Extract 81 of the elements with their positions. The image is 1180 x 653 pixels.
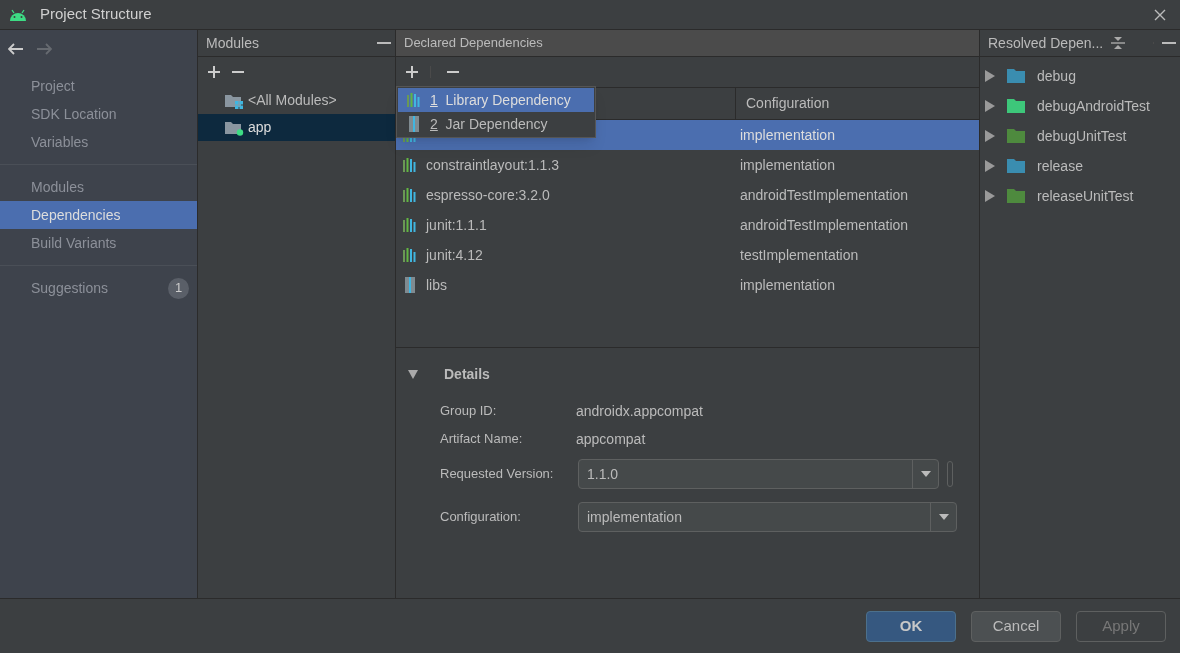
configuration-cell-text: androidTestImplementation — [740, 215, 909, 235]
library-icon — [402, 187, 418, 203]
jar-icon — [402, 276, 418, 294]
dependency-name: junit:1.1.1 — [426, 215, 487, 235]
folder-icon — [1007, 159, 1025, 173]
collapse-all-button[interactable] — [1111, 36, 1126, 50]
configuration-cell-text: androidTestImplementation — [740, 185, 909, 205]
triangle-icon — [408, 370, 418, 379]
dependency-row[interactable]: junit:4.12 testImplementation — [396, 240, 979, 270]
close-icon — [1154, 8, 1166, 21]
field-label: Artifact Name: — [440, 430, 524, 449]
dependency-row[interactable]: espresso-core:3.2.0 androidTestImplementation — [396, 180, 979, 210]
dependency-name: junit:4.12 — [426, 245, 483, 265]
configuration-cell-text: implementation — [740, 275, 835, 295]
module-item[interactable]: <All Modules> — [198, 87, 395, 114]
panel-title: Resolved Depen... — [988, 33, 1104, 53]
dependency-name: constraintlayout:1.1.3 — [426, 155, 560, 175]
field-label: Configuration: — [440, 508, 522, 527]
sidebar-item[interactable]: Project — [0, 72, 197, 100]
dependency-row[interactable]: constraintlayout:1.1.3 implementation — [396, 150, 979, 180]
library-icon — [406, 92, 422, 108]
menu-item[interactable]: 1 Library Dependency — [398, 88, 594, 112]
collapse-all-icon — [1111, 36, 1126, 50]
tree-item[interactable]: debugUnitTest — [980, 121, 1180, 151]
sidebar-item[interactable]: Dependencies — [0, 201, 197, 229]
dependency-name: libs — [426, 275, 447, 295]
dependency-row[interactable]: junit:1.1.1 androidTestImplementation — [396, 210, 979, 240]
configuration-cell-text: implementation — [740, 125, 835, 145]
sidebar-item[interactable]: SDK Location — [0, 100, 197, 128]
count-badge: 1 — [168, 277, 189, 299]
expand-toggle[interactable] — [408, 370, 420, 379]
tree-item[interactable]: debugAndroidTest — [980, 91, 1180, 121]
configuration-cell-text: testImplementation — [740, 245, 859, 265]
configuration-combo-box[interactable]: implementation — [578, 502, 957, 532]
dropdown-caret-icon — [938, 514, 949, 520]
folder-icon — [1007, 69, 1025, 83]
library-icon — [402, 157, 418, 173]
sidebar-item[interactable]: Modules — [0, 173, 197, 201]
sidebar-item[interactable]: Variables — [0, 128, 197, 156]
window-title: Project Structure — [40, 4, 152, 25]
minus-icon — [1162, 42, 1176, 44]
panel-title: Declared Dependencies — [404, 34, 543, 53]
column-header: Configuration — [745, 94, 830, 113]
configuration-cell-text: implementation — [740, 155, 835, 175]
library-icon — [402, 247, 418, 263]
library-icon — [402, 217, 418, 233]
back-button[interactable] — [8, 43, 24, 55]
back-arrow-icon — [8, 43, 24, 55]
version-combo-box[interactable]: 1.1.0 — [578, 459, 939, 489]
folder-icon — [1007, 189, 1025, 203]
field-label: Group ID: — [440, 402, 498, 421]
dropdown-caret-icon — [920, 471, 931, 477]
folder-grid-icon — [225, 92, 244, 109]
section-title: Details — [444, 365, 490, 384]
android-icon — [8, 8, 28, 21]
menu-label: 1 Library Dependency — [430, 90, 571, 110]
plus-icon — [208, 66, 220, 78]
panel-title: Modules — [206, 33, 259, 53]
folder-icon — [1007, 129, 1025, 143]
jar-icon — [406, 115, 422, 133]
tree-item[interactable]: debug — [980, 61, 1180, 91]
tree-item[interactable]: release — [980, 151, 1180, 181]
folder-icon — [1007, 99, 1025, 113]
field-value: appcompat — [576, 429, 646, 449]
forward-arrow-icon — [36, 43, 52, 55]
plus-icon — [406, 66, 418, 78]
field-value: androidx.appcompat — [576, 401, 703, 421]
dialog-button[interactable]: Cancel — [971, 610, 1061, 642]
field-label: Requested Version: — [440, 465, 555, 484]
sidebar-item[interactable]: Suggestions 1 — [0, 274, 197, 302]
dialog-button[interactable]: OK — [866, 610, 956, 642]
module-item[interactable]: app — [198, 114, 395, 141]
scroll-handle — [947, 461, 953, 487]
sidebar-item[interactable]: Build Variants — [0, 229, 197, 257]
add-button[interactable] — [406, 66, 431, 78]
dependency-name: espresso-core:3.2.0 — [426, 185, 550, 205]
dependency-row[interactable]: libs implementation — [396, 270, 979, 300]
minus-icon — [232, 71, 244, 73]
minus-icon — [377, 42, 391, 44]
minus-icon — [447, 71, 459, 73]
tree-item[interactable]: releaseUnitTest — [980, 181, 1180, 211]
